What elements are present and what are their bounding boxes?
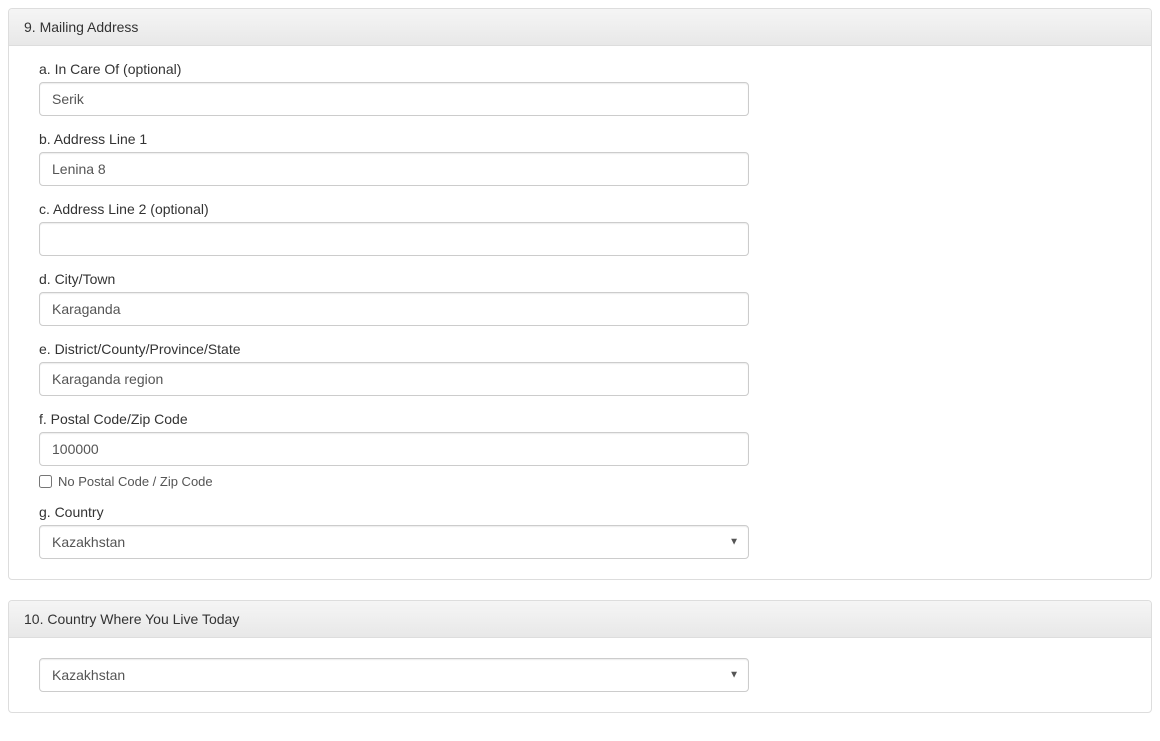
no-postal-code-label: No Postal Code / Zip Code xyxy=(58,474,213,489)
address-line-2-label: c. Address Line 2 (optional) xyxy=(39,201,1121,217)
postal-code-label: f. Postal Code/Zip Code xyxy=(39,411,1121,427)
address-line-1-input[interactable] xyxy=(39,152,749,186)
no-postal-code-row: No Postal Code / Zip Code xyxy=(39,474,1121,489)
country-select[interactable]: Kazakhstan xyxy=(39,525,749,559)
no-postal-code-checkbox[interactable] xyxy=(39,475,52,488)
district-label: e. District/County/Province/State xyxy=(39,341,1121,357)
city-town-input[interactable] xyxy=(39,292,749,326)
city-town-group: d. City/Town xyxy=(39,271,1121,326)
address-line-2-input[interactable] xyxy=(39,222,749,256)
country-live-select[interactable]: Kazakhstan xyxy=(39,658,749,692)
country-group: g. Country Kazakhstan xyxy=(39,504,1121,559)
district-input[interactable] xyxy=(39,362,749,396)
in-care-of-group: a. In Care Of (optional) xyxy=(39,61,1121,116)
country-live-panel: 10. Country Where You Live Today Kazakhs… xyxy=(8,600,1152,713)
mailing-address-heading: 9. Mailing Address xyxy=(9,9,1151,46)
mailing-address-panel: 9. Mailing Address a. In Care Of (option… xyxy=(8,8,1152,580)
in-care-of-input[interactable] xyxy=(39,82,749,116)
country-select-wrapper: Kazakhstan xyxy=(39,525,749,559)
country-live-select-wrapper: Kazakhstan xyxy=(39,658,749,692)
country-label: g. Country xyxy=(39,504,1121,520)
mailing-address-body: a. In Care Of (optional) b. Address Line… xyxy=(9,46,1151,579)
city-town-label: d. City/Town xyxy=(39,271,1121,287)
in-care-of-label: a. In Care Of (optional) xyxy=(39,61,1121,77)
country-live-body: Kazakhstan xyxy=(9,638,1151,712)
address-line-1-group: b. Address Line 1 xyxy=(39,131,1121,186)
address-line-2-group: c. Address Line 2 (optional) xyxy=(39,201,1121,256)
country-live-heading: 10. Country Where You Live Today xyxy=(9,601,1151,638)
district-group: e. District/County/Province/State xyxy=(39,341,1121,396)
postal-code-input[interactable] xyxy=(39,432,749,466)
postal-code-group: f. Postal Code/Zip Code No Postal Code /… xyxy=(39,411,1121,489)
address-line-1-label: b. Address Line 1 xyxy=(39,131,1121,147)
